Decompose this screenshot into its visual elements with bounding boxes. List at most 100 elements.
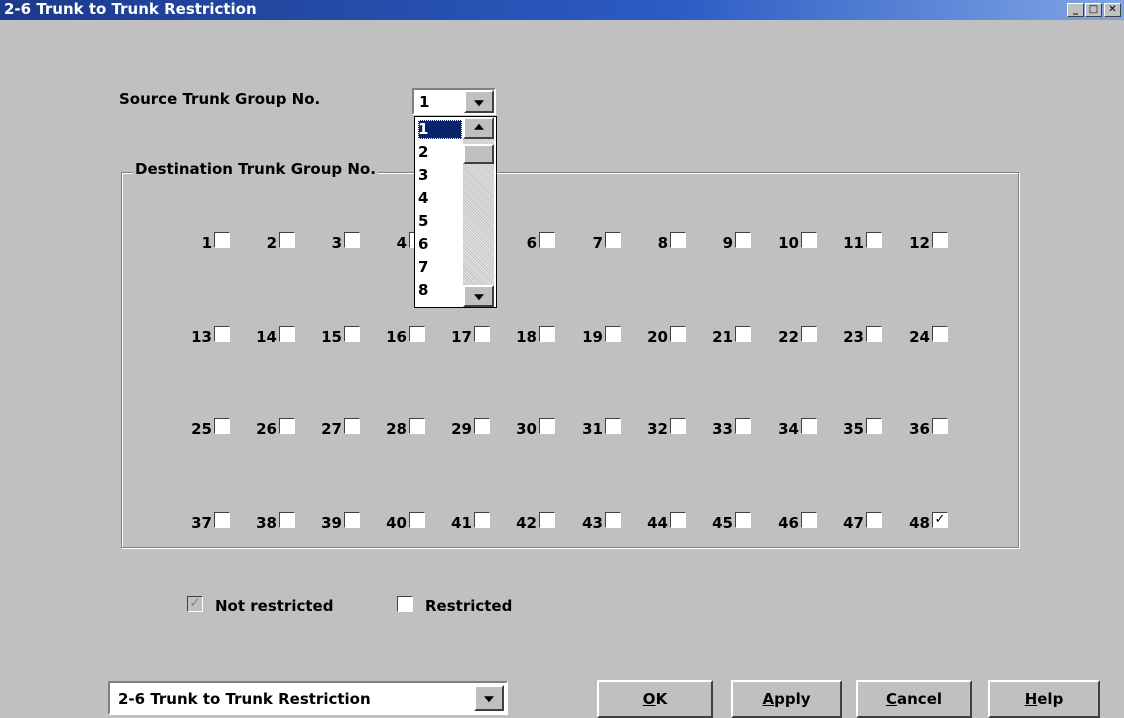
trunk-17-item[interactable]: 17 xyxy=(430,326,490,346)
cancel-button[interactable]: Cancel xyxy=(856,680,972,718)
trunk-16-item[interactable]: 16 xyxy=(365,326,425,346)
dropdown-option[interactable]: 3 xyxy=(418,166,462,185)
trunk-37-item[interactable]: 37 xyxy=(170,512,230,532)
trunk-43-item[interactable]: 43 xyxy=(561,512,621,532)
trunk-39-item[interactable]: 39 xyxy=(300,512,360,532)
dropdown-option[interactable]: 8 xyxy=(418,281,462,300)
trunk-8-checkbox[interactable] xyxy=(670,232,686,248)
trunk-28-item[interactable]: 28 xyxy=(365,418,425,438)
trunk-36-checkbox[interactable] xyxy=(932,418,948,434)
trunk-39-checkbox[interactable] xyxy=(344,512,360,528)
trunk-14-item[interactable]: 14 xyxy=(235,326,295,346)
maximize-button[interactable]: □ xyxy=(1085,3,1102,17)
trunk-44-item[interactable]: 44 xyxy=(626,512,686,532)
trunk-33-checkbox[interactable] xyxy=(735,418,751,434)
trunk-13-item[interactable]: 13 xyxy=(170,326,230,346)
trunk-38-checkbox[interactable] xyxy=(279,512,295,528)
trunk-45-item[interactable]: 45 xyxy=(691,512,751,532)
trunk-33-item[interactable]: 33 xyxy=(691,418,751,438)
trunk-12-item[interactable]: 12 xyxy=(888,232,948,252)
trunk-23-item[interactable]: 23 xyxy=(822,326,882,346)
trunk-13-checkbox[interactable] xyxy=(214,326,230,342)
source-trunk-select[interactable]: 1 xyxy=(412,88,496,115)
trunk-16-checkbox[interactable] xyxy=(409,326,425,342)
trunk-15-checkbox[interactable] xyxy=(344,326,360,342)
trunk-1-item[interactable]: 1 xyxy=(170,232,230,252)
trunk-31-item[interactable]: 31 xyxy=(561,418,621,438)
trunk-32-checkbox[interactable] xyxy=(670,418,686,434)
trunk-34-checkbox[interactable] xyxy=(801,418,817,434)
trunk-1-checkbox[interactable] xyxy=(214,232,230,248)
ok-button[interactable]: OK xyxy=(597,680,713,718)
trunk-20-item[interactable]: 20 xyxy=(626,326,686,346)
close-button[interactable]: ✕ xyxy=(1104,3,1121,17)
trunk-7-checkbox[interactable] xyxy=(605,232,621,248)
trunk-46-checkbox[interactable] xyxy=(801,512,817,528)
trunk-3-checkbox[interactable] xyxy=(344,232,360,248)
program-dropdown-button[interactable] xyxy=(474,685,504,711)
trunk-29-item[interactable]: 29 xyxy=(430,418,490,438)
dropdown-option[interactable]: 7 xyxy=(418,258,462,277)
trunk-8-item[interactable]: 8 xyxy=(626,232,686,252)
trunk-31-checkbox[interactable] xyxy=(605,418,621,434)
trunk-26-checkbox[interactable] xyxy=(279,418,295,434)
dropdown-option[interactable]: 6 xyxy=(418,235,462,254)
trunk-22-checkbox[interactable] xyxy=(801,326,817,342)
trunk-38-item[interactable]: 38 xyxy=(235,512,295,532)
trunk-23-checkbox[interactable] xyxy=(866,326,882,342)
trunk-24-item[interactable]: 24 xyxy=(888,326,948,346)
minimize-button[interactable]: _ xyxy=(1067,3,1084,17)
trunk-10-item[interactable]: 10 xyxy=(757,232,817,252)
trunk-9-checkbox[interactable] xyxy=(735,232,751,248)
dropdown-option[interactable]: 2 xyxy=(418,143,462,162)
scroll-thumb[interactable] xyxy=(463,144,494,164)
trunk-37-checkbox[interactable] xyxy=(214,512,230,528)
dropdown-option[interactable]: 5 xyxy=(418,212,462,231)
trunk-32-item[interactable]: 32 xyxy=(626,418,686,438)
dropdown-option[interactable]: 1 xyxy=(418,120,462,139)
trunk-18-checkbox[interactable] xyxy=(539,326,555,342)
trunk-27-item[interactable]: 27 xyxy=(300,418,360,438)
trunk-24-checkbox[interactable] xyxy=(932,326,948,342)
help-button[interactable]: Help xyxy=(988,680,1100,718)
trunk-28-checkbox[interactable] xyxy=(409,418,425,434)
trunk-36-item[interactable]: 36 xyxy=(888,418,948,438)
apply-button[interactable]: Apply xyxy=(731,680,842,718)
source-dropdown-list[interactable]: 1 2 3 4 5 6 7 8 xyxy=(414,116,497,308)
trunk-17-checkbox[interactable] xyxy=(474,326,490,342)
trunk-6-item[interactable]: 6 xyxy=(495,232,555,252)
program-select[interactable]: 2-6 Trunk to Trunk Restriction xyxy=(108,681,508,715)
trunk-48-checkbox[interactable]: ✓ xyxy=(932,512,948,528)
trunk-19-item[interactable]: 19 xyxy=(561,326,621,346)
trunk-14-checkbox[interactable] xyxy=(279,326,295,342)
trunk-43-checkbox[interactable] xyxy=(605,512,621,528)
trunk-29-checkbox[interactable] xyxy=(474,418,490,434)
trunk-26-item[interactable]: 26 xyxy=(235,418,295,438)
trunk-11-item[interactable]: 11 xyxy=(822,232,882,252)
dropdown-option[interactable]: 4 xyxy=(418,189,462,208)
trunk-21-item[interactable]: 21 xyxy=(691,326,751,346)
trunk-10-checkbox[interactable] xyxy=(801,232,817,248)
trunk-27-checkbox[interactable] xyxy=(344,418,360,434)
not-restricted-checkbox[interactable]: ✓ xyxy=(187,596,203,612)
trunk-21-checkbox[interactable] xyxy=(735,326,751,342)
trunk-25-item[interactable]: 25 xyxy=(170,418,230,438)
trunk-41-checkbox[interactable] xyxy=(474,512,490,528)
trunk-7-item[interactable]: 7 xyxy=(561,232,621,252)
trunk-40-item[interactable]: 40 xyxy=(365,512,425,532)
restricted-checkbox[interactable] xyxy=(397,596,413,612)
trunk-42-item[interactable]: 42 xyxy=(495,512,555,532)
trunk-45-checkbox[interactable] xyxy=(735,512,751,528)
trunk-35-item[interactable]: 35 xyxy=(822,418,882,438)
trunk-6-checkbox[interactable] xyxy=(539,232,555,248)
trunk-19-checkbox[interactable] xyxy=(605,326,621,342)
trunk-34-item[interactable]: 34 xyxy=(757,418,817,438)
trunk-20-checkbox[interactable] xyxy=(670,326,686,342)
trunk-44-checkbox[interactable] xyxy=(670,512,686,528)
trunk-11-checkbox[interactable] xyxy=(866,232,882,248)
trunk-35-checkbox[interactable] xyxy=(866,418,882,434)
trunk-46-item[interactable]: 46 xyxy=(757,512,817,532)
trunk-12-checkbox[interactable] xyxy=(932,232,948,248)
scroll-down-button[interactable] xyxy=(463,285,494,307)
trunk-40-checkbox[interactable] xyxy=(409,512,425,528)
